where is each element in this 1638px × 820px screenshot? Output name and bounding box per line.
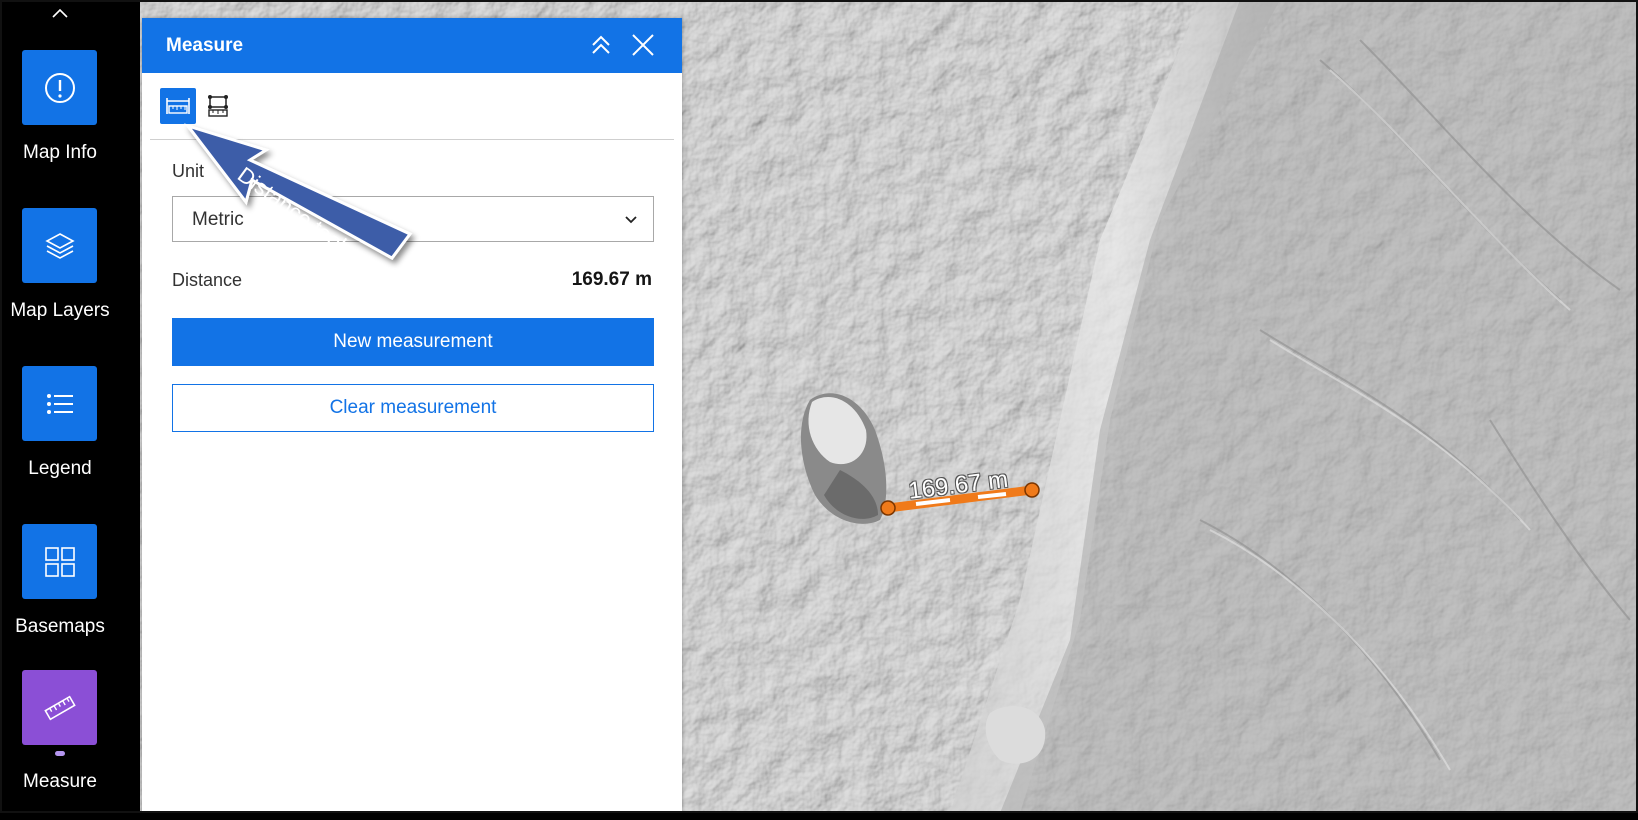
basemaps-icon [44, 546, 75, 577]
rail-label-legend: Legend [28, 458, 92, 479]
chevron-up-icon [52, 8, 68, 18]
rail-label-measure: Measure [23, 771, 97, 792]
panel-title: Measure [166, 35, 244, 56]
rail-item-basemaps[interactable]: Basemaps [0, 524, 140, 674]
collapse-panel-button[interactable] [588, 32, 614, 58]
ruler-icon [43, 695, 76, 720]
map-info-button[interactable] [22, 50, 97, 125]
info-icon [44, 72, 75, 103]
close-icon [632, 34, 654, 56]
distance-label: Distance [172, 270, 243, 290]
map-layers-button[interactable] [22, 208, 97, 283]
distance-value: 169.67 m [571, 269, 652, 290]
area-tool-icon [208, 95, 228, 117]
rail-label-map-info: Map Info [23, 142, 97, 163]
unit-select[interactable]: Metric [172, 196, 654, 242]
rail-label-map-layers: Map Layers [10, 300, 110, 321]
basemaps-button[interactable] [22, 524, 97, 599]
measure-button[interactable] [22, 670, 97, 745]
rail-item-measure[interactable]: Measure [0, 670, 140, 820]
action-rail: Map Info Map Layers Legend Basemaps Meas… [0, 0, 140, 813]
rail-item-legend[interactable]: Legend [0, 366, 140, 516]
rail-label-basemaps: Basemaps [15, 616, 105, 637]
close-panel-button[interactable] [630, 32, 656, 58]
double-chevron-up-icon [592, 35, 610, 54]
rail-item-map-info[interactable]: Map Info [0, 50, 140, 200]
unit-label: Unit [172, 161, 205, 181]
new-measurement-button[interactable]: New measurement [172, 318, 654, 366]
distance-tool-icon [166, 98, 190, 114]
rail-item-map-layers[interactable]: Map Layers [0, 208, 140, 358]
divider [150, 139, 674, 140]
legend-icon [46, 393, 73, 414]
clear-measurement-button[interactable]: Clear measurement [172, 384, 654, 432]
area-tool-button[interactable] [200, 88, 236, 124]
measure-panel: Measure Unit Metric Distance 169.67 m Ne… [142, 18, 682, 813]
unit-select-value: Metric [192, 209, 244, 230]
chevron-down-icon [625, 216, 637, 224]
layers-icon [44, 232, 75, 259]
panel-header: Measure [142, 18, 682, 73]
measurement-end-vertex[interactable] [1024, 482, 1040, 498]
measurement-start-vertex[interactable] [880, 500, 896, 516]
rail-collapse-button[interactable] [50, 4, 70, 24]
active-indicator [55, 751, 65, 756]
legend-button[interactable] [22, 366, 97, 441]
distance-tool-button[interactable] [160, 88, 196, 124]
